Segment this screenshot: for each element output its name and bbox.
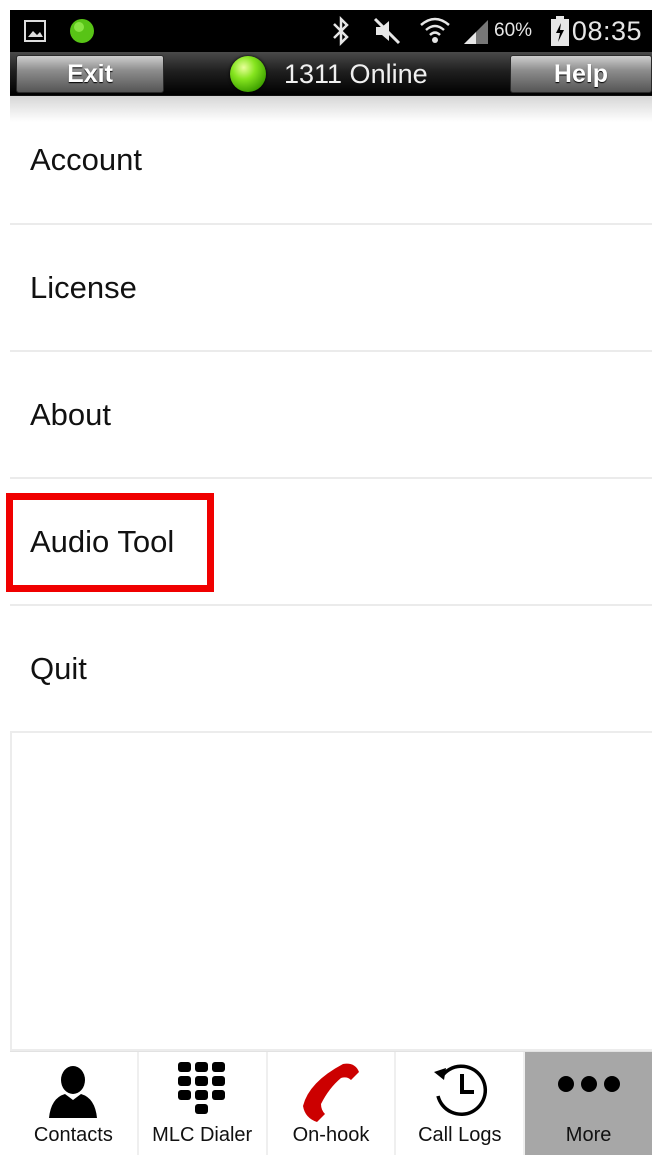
battery-icon xyxy=(550,10,570,52)
more-menu-list: Account License About Audio Tool Quit xyxy=(10,96,652,731)
presence-status-text: 1311 Online xyxy=(284,58,428,89)
contacts-icon xyxy=(43,1060,103,1125)
audio-tool-highlight-box xyxy=(6,493,214,592)
clock: 08:35 xyxy=(571,15,642,46)
more-dots-icon xyxy=(556,1074,622,1099)
tab-call-logs[interactable]: Call Logs xyxy=(396,1052,526,1155)
dialpad-icon xyxy=(172,1060,232,1125)
tab-label: MLC Dialer xyxy=(152,1124,253,1146)
wifi-icon xyxy=(418,10,452,52)
tab-mlc-dialer[interactable]: MLC Dialer xyxy=(139,1052,268,1155)
call-history-icon xyxy=(430,1060,490,1125)
help-button[interactable]: Help xyxy=(510,55,652,93)
presence-status[interactable]: 1311 Online xyxy=(230,52,428,96)
bottom-tab-bar: Contacts MLC Dialer On-hook Call Logs Mo… xyxy=(10,1051,652,1155)
mute-icon xyxy=(372,10,402,52)
online-status-icon xyxy=(230,56,266,92)
tab-contacts[interactable]: Contacts xyxy=(10,1052,139,1155)
app-header: Exit 1311 Online Help xyxy=(10,52,652,96)
tab-label: Contacts xyxy=(33,1124,113,1146)
bluetooth-icon xyxy=(330,10,352,52)
menu-item-quit[interactable]: Quit xyxy=(10,604,652,731)
gallery-notification-icon xyxy=(24,10,46,52)
tab-label: Call Logs xyxy=(418,1124,502,1146)
tab-on-hook[interactable]: On-hook xyxy=(268,1052,397,1155)
menu-item-account[interactable]: Account xyxy=(10,96,652,223)
empty-content-panel xyxy=(10,731,652,1051)
battery-percent: 60% xyxy=(494,20,533,41)
status-bar: 60% 08:35 xyxy=(10,10,652,52)
signal-icon xyxy=(460,10,490,52)
exit-button[interactable]: Exit xyxy=(16,55,164,93)
app-status-notification-icon xyxy=(68,10,96,52)
phone-handset-icon xyxy=(299,1060,363,1127)
tab-label: On-hook xyxy=(292,1124,370,1146)
tab-label: More xyxy=(565,1124,612,1146)
menu-item-license[interactable]: License xyxy=(10,223,652,350)
menu-item-about[interactable]: About xyxy=(10,350,652,477)
tab-more[interactable]: More xyxy=(525,1052,652,1155)
